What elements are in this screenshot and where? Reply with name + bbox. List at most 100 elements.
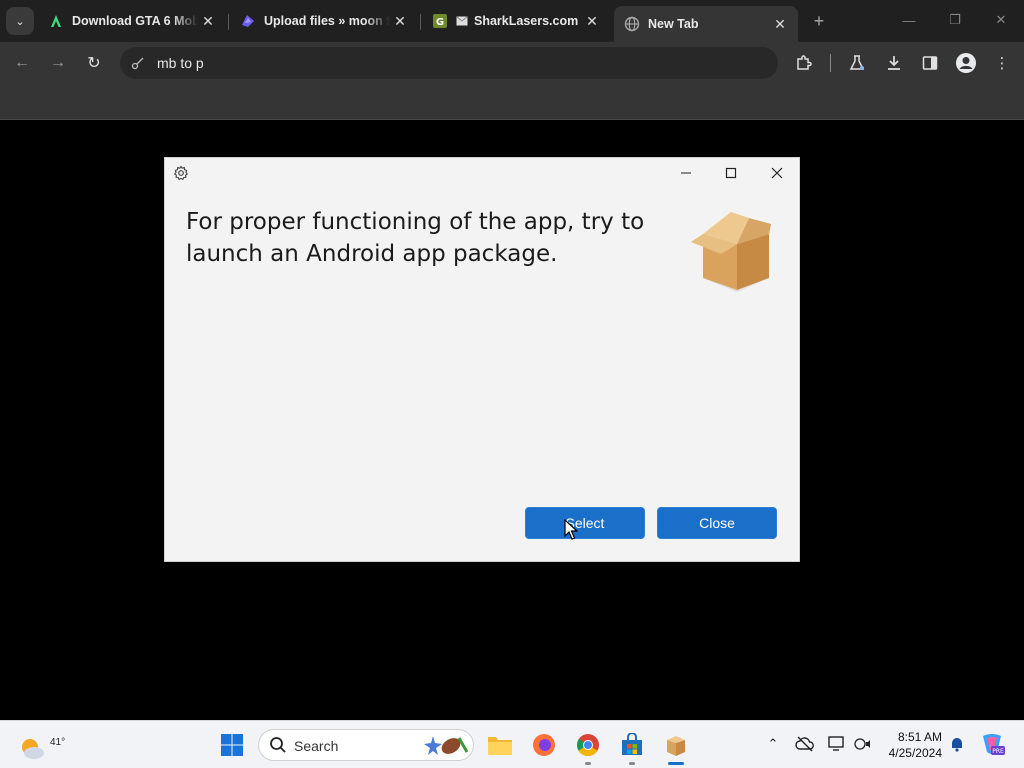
- address-bar[interactable]: mb to p: [120, 47, 778, 79]
- temperature: 41°: [50, 737, 66, 748]
- clock-date: 4/25/2024: [888, 746, 942, 760]
- network-volume-button[interactable]: [852, 733, 874, 755]
- puzzle-icon: [797, 55, 812, 70]
- window-minimize-button[interactable]: —: [894, 8, 924, 32]
- forward-button[interactable]: →: [44, 50, 72, 76]
- copilot-button[interactable]: PRE: [978, 733, 1006, 755]
- chrome-button[interactable]: [572, 729, 604, 761]
- search-placeholder: Search: [294, 738, 339, 754]
- new-tab-button[interactable]: +: [808, 10, 830, 32]
- extensions-button[interactable]: [792, 51, 816, 75]
- start-button[interactable]: [216, 729, 248, 761]
- profile-button[interactable]: [954, 51, 978, 75]
- firefox-button[interactable]: [528, 729, 560, 761]
- tab-title: Download GTA 6 Mobile: [72, 14, 198, 28]
- svg-text:PRE: PRE: [992, 748, 1004, 755]
- minimize-icon: —: [902, 12, 916, 28]
- labs-button[interactable]: [845, 51, 869, 75]
- globe-speaker-icon: [854, 738, 870, 750]
- firefox-icon: [533, 734, 555, 756]
- moon-files-icon: [240, 13, 256, 29]
- minimize-icon: [681, 172, 691, 174]
- close-icon[interactable]: ✕: [582, 11, 602, 31]
- store-button[interactable]: [616, 729, 648, 761]
- running-indicator: [629, 762, 635, 765]
- chevron-down-icon: ⌄: [15, 15, 25, 28]
- plus-icon: +: [813, 10, 825, 31]
- tab-new-tab[interactable]: New Tab ✕: [614, 6, 798, 42]
- cardboard-box-icon: [691, 212, 771, 292]
- tab-separator: [228, 14, 229, 30]
- display-button[interactable]: [826, 733, 848, 755]
- dialog-minimize-button[interactable]: [674, 163, 698, 183]
- tab-title: SharkLasers.com: [474, 14, 579, 28]
- running-indicator: [585, 762, 591, 765]
- folder-icon: [488, 737, 512, 755]
- maximize-icon: [725, 167, 737, 179]
- reload-button[interactable]: ↻: [80, 50, 108, 76]
- partly-sunny-icon: [22, 739, 44, 759]
- search-icon: [270, 737, 286, 753]
- flask-icon: [849, 55, 865, 70]
- site-info-icon: [130, 55, 146, 71]
- taskbar: 41° Search ⌃ 8:51 AM 4/25/2024 PRE: [0, 720, 1024, 768]
- notifications-button[interactable]: [946, 733, 968, 755]
- tab-upload-files[interactable]: Upload files » moon files ✕: [230, 6, 418, 36]
- kebab-menu-icon: ⋮: [994, 55, 1010, 72]
- close-icon: [771, 167, 783, 179]
- tab-sharklasers[interactable]: G SharkLasers.com ✕: [422, 6, 610, 36]
- envelope-icon: [456, 13, 468, 29]
- window-close-button[interactable]: ✕: [986, 8, 1016, 32]
- clock[interactable]: 8:51 AM 4/25/2024: [884, 729, 942, 761]
- store-icon: [622, 733, 642, 755]
- apk-installer-button[interactable]: [660, 729, 692, 761]
- arrow-left-icon: ←: [14, 54, 30, 71]
- avatar-icon: [956, 53, 976, 73]
- close-button[interactable]: Close: [657, 507, 777, 539]
- download-icon: [888, 56, 900, 70]
- toolbar-divider: [830, 54, 831, 72]
- close-icon[interactable]: ✕: [198, 11, 218, 31]
- onedrive-button[interactable]: [794, 733, 816, 755]
- address-text: mb to p: [157, 55, 204, 71]
- side-panel-icon: [922, 56, 938, 70]
- back-button[interactable]: ←: [8, 50, 36, 76]
- tab-download-gta[interactable]: Download GTA 6 Mobile ✕: [38, 6, 226, 36]
- bookmarks-bar: [0, 84, 1024, 120]
- browser-tab-strip: ⌄ Download GTA 6 Mobile ✕ Upload files »…: [0, 0, 1024, 42]
- apk-dialog: For proper functioning of the app, try t…: [164, 157, 800, 562]
- menu-button[interactable]: ⋮: [990, 51, 1014, 75]
- gear-icon[interactable]: [173, 165, 189, 181]
- monitor-icon: [828, 736, 844, 751]
- taskbar-search[interactable]: Search: [258, 729, 474, 761]
- tab-separator: [420, 14, 421, 30]
- mouse-cursor-icon: [564, 519, 578, 540]
- window-restore-button[interactable]: ❐: [940, 8, 970, 32]
- side-panel-button[interactable]: [918, 51, 942, 75]
- browser-toolbar: ← → ↻ mb to p ⋮: [0, 42, 1024, 84]
- downloads-button[interactable]: [882, 51, 906, 75]
- weather-widget[interactable]: 41°: [18, 729, 65, 763]
- android-a-icon: [48, 13, 64, 29]
- tab-search-button[interactable]: ⌄: [6, 7, 34, 35]
- close-icon[interactable]: ✕: [770, 14, 790, 34]
- reload-icon: ↻: [87, 55, 101, 72]
- arrow-right-icon: →: [50, 54, 66, 71]
- dialog-close-x-button[interactable]: [765, 163, 789, 183]
- chevron-up-icon: ⌃: [767, 736, 779, 751]
- file-explorer-button[interactable]: [484, 729, 516, 761]
- globe-icon: [624, 16, 640, 32]
- dialog-maximize-button[interactable]: [719, 163, 743, 183]
- windows-logo-icon: [221, 734, 243, 756]
- show-hidden-icons-button[interactable]: ⌃: [762, 733, 784, 755]
- close-icon[interactable]: ✕: [390, 11, 410, 31]
- search-highlight-icon: [424, 736, 469, 755]
- dialog-message: For proper functioning of the app, try t…: [186, 209, 645, 267]
- restore-icon: ❐: [949, 12, 961, 27]
- cloud-offline-icon: [795, 736, 814, 752]
- active-indicator: [668, 762, 684, 765]
- clock-time: 8:51 AM: [897, 730, 942, 744]
- bell-icon: [952, 738, 962, 752]
- select-button[interactable]: Select: [525, 507, 645, 539]
- chrome-icon: [577, 734, 599, 756]
